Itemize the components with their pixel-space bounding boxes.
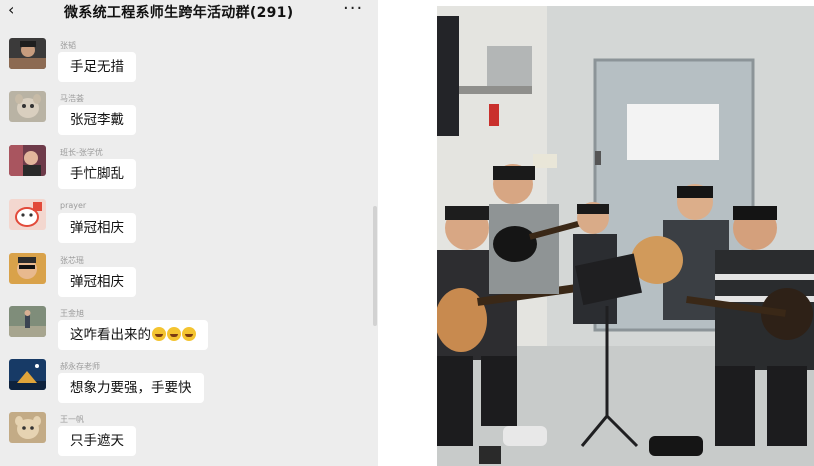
avatar[interactable] bbox=[9, 91, 46, 122]
message-bubble[interactable]: 弹冠相庆 bbox=[58, 213, 136, 243]
sender-name: 张韬 bbox=[60, 41, 76, 50]
group-title: 微系统工程系师生跨年活动群(291) bbox=[64, 5, 294, 21]
sender-name: 郝永存老师 bbox=[60, 362, 100, 371]
avatar[interactable] bbox=[9, 199, 46, 230]
avatar[interactable] bbox=[9, 253, 46, 284]
message-row: 张韬 手足无措 bbox=[0, 38, 378, 88]
chat-header: ‹ 微系统工程系师生跨年活动群(291) ··· bbox=[0, 0, 378, 22]
message-row: 张芯瑶 弹冠相庆 bbox=[0, 253, 378, 303]
message-text: 这咋看出来的 bbox=[70, 327, 151, 343]
avatar[interactable] bbox=[9, 412, 46, 443]
more-options-icon[interactable]: ··· bbox=[343, 0, 363, 19]
message-row: 王金旭 这咋看出来的 bbox=[0, 306, 378, 356]
laughing-crying-emoji-icon bbox=[167, 327, 181, 341]
avatar[interactable] bbox=[9, 145, 46, 176]
scrollbar[interactable] bbox=[373, 206, 377, 326]
message-bubble[interactable]: 张冠李戴 bbox=[58, 105, 136, 135]
back-arrow-icon[interactable]: ‹ bbox=[8, 0, 14, 20]
message-row: 郝永存老师 想象力要强，手要快 bbox=[0, 359, 378, 409]
avatar[interactable] bbox=[9, 359, 46, 390]
message-bubble[interactable]: 手足无措 bbox=[58, 52, 136, 82]
video-frame[interactable] bbox=[437, 6, 814, 466]
chat-panel: ‹ 微系统工程系师生跨年活动群(291) ··· 张韬 手足无措 马浩荟 张冠李… bbox=[0, 0, 378, 466]
message-row: 马浩荟 张冠李戴 bbox=[0, 91, 378, 141]
message-bubble[interactable]: 这咋看出来的 bbox=[58, 320, 208, 350]
avatar[interactable] bbox=[9, 306, 46, 337]
message-bubble[interactable]: 想象力要强，手要快 bbox=[58, 373, 204, 403]
sender-name: 张芯瑶 bbox=[60, 256, 84, 265]
sender-name: 王金旭 bbox=[60, 309, 84, 318]
laughing-crying-emoji-icon bbox=[182, 327, 196, 341]
sender-name: prayer bbox=[60, 201, 87, 210]
sender-name: 王一帆 bbox=[60, 415, 84, 424]
guitar-session-photo bbox=[437, 6, 814, 466]
avatar[interactable] bbox=[9, 38, 46, 69]
message-row: 班长-张学优 手忙脚乱 bbox=[0, 145, 378, 195]
message-row: 王一帆 只手遮天 bbox=[0, 412, 378, 462]
message-bubble[interactable]: 弹冠相庆 bbox=[58, 267, 136, 297]
sender-name: 马浩荟 bbox=[60, 94, 84, 103]
sender-name: 班长-张学优 bbox=[60, 148, 103, 157]
message-bubble[interactable]: 手忙脚乱 bbox=[58, 159, 136, 189]
message-bubble[interactable]: 只手遮天 bbox=[58, 426, 136, 456]
laughing-crying-emoji-icon bbox=[152, 327, 166, 341]
message-row: prayer 弹冠相庆 bbox=[0, 199, 378, 249]
